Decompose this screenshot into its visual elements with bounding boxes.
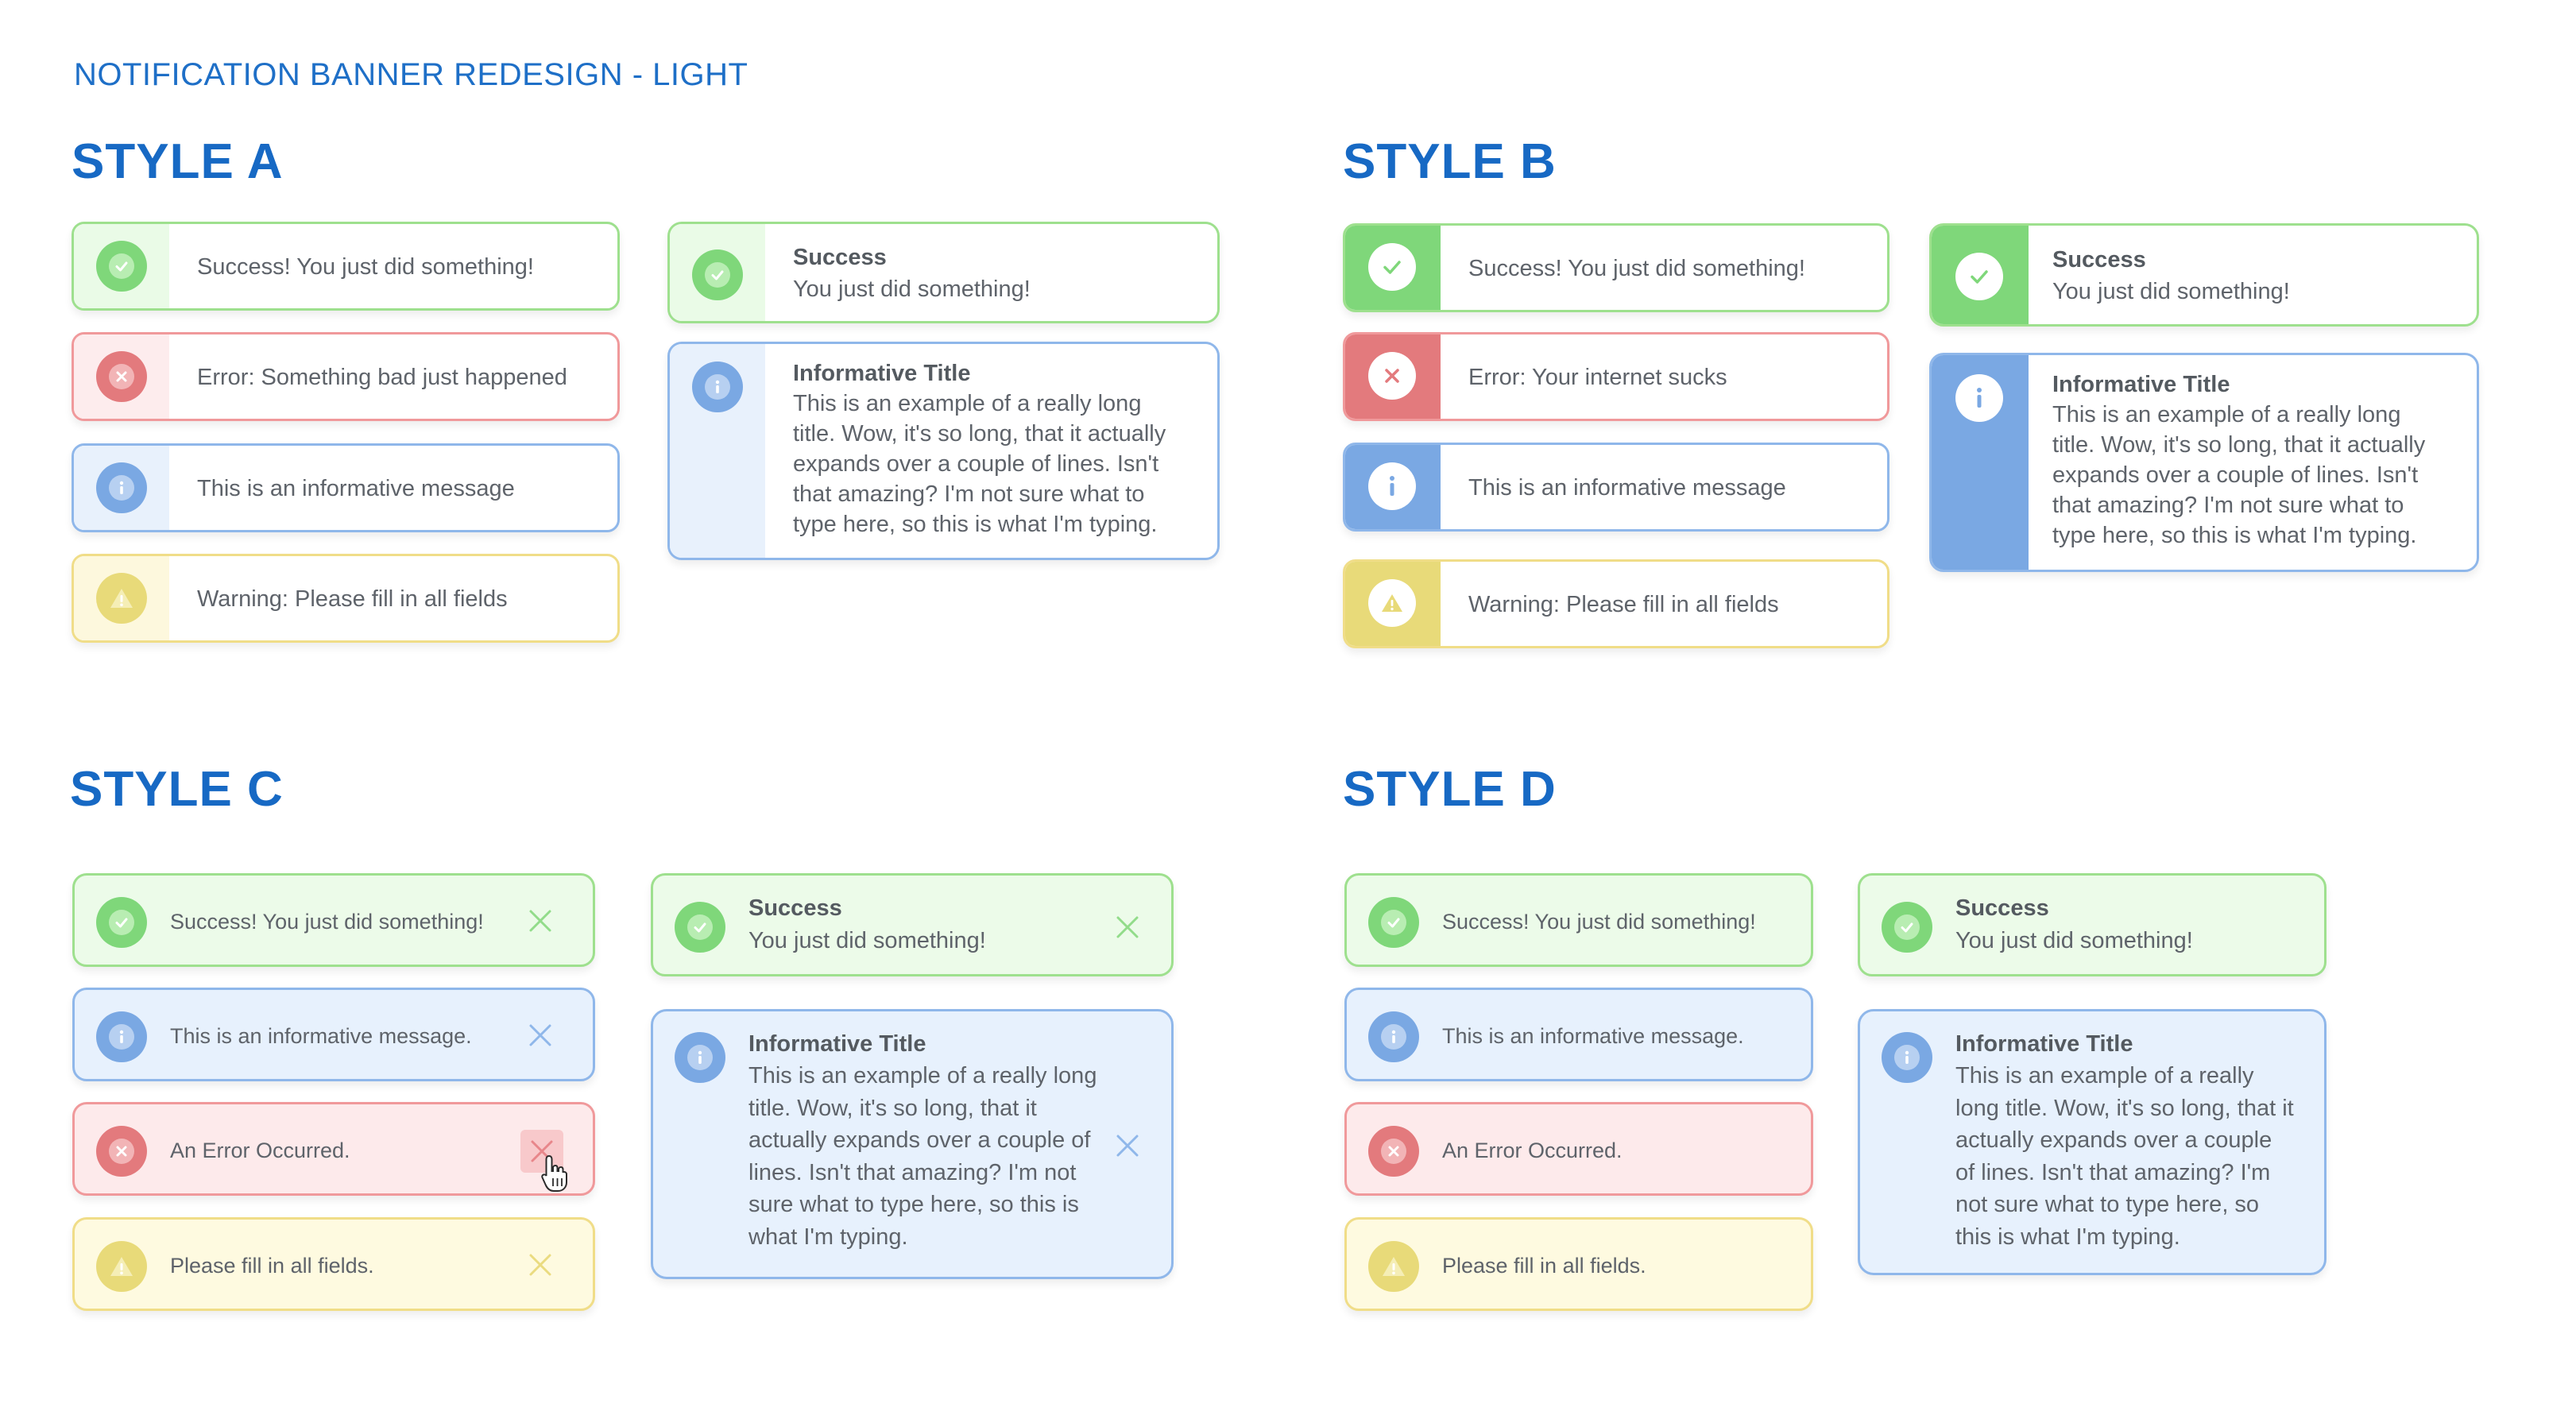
style-c-success-banner: Success! You just did something! [72, 873, 595, 967]
style-c-info-banner: This is an informative message. [72, 988, 595, 1081]
banner-body-text: This is an example of a really long titl… [2052, 402, 2426, 548]
info-circle-icon [1368, 462, 1416, 510]
banner-message: Error: Your internet sucks [1468, 365, 1727, 390]
banner-title: Success [2052, 247, 2146, 273]
style-d-heading: STYLE D [1343, 762, 1557, 817]
info-circle-icon [692, 362, 743, 412]
error-circle-icon [96, 351, 147, 402]
banner-body-text: This is an example of a really long titl… [1955, 1063, 2294, 1250]
style-d-success-banner: Success! You just did something! [1344, 873, 1813, 967]
banner-title: Informative Title [2052, 372, 2230, 397]
style-a-success-banner-titled: Success You just did something! [667, 222, 1220, 323]
banner-message: Success! You just did something! [170, 910, 484, 934]
style-c-error-banner: An Error Occurred. [72, 1102, 595, 1196]
banner-message: Success! You just did something! [197, 254, 534, 280]
style-c-info-banner-titled: Informative Title This is an example of … [651, 1009, 1174, 1279]
banner-title: Informative Title [793, 361, 971, 386]
close-icon[interactable] [525, 1250, 555, 1280]
warning-circle-icon [96, 1241, 147, 1292]
banner-message: You just did something! [2052, 279, 2290, 304]
style-b-warning-banner: Warning: Please fill in all fields [1343, 559, 1889, 648]
style-c-heading: STYLE C [70, 762, 284, 817]
style-d-info-banner-titled: Informative Title This is an example of … [1858, 1009, 2327, 1275]
style-a-info-banner: This is an informative message [72, 443, 620, 532]
style-a-warning-banner: Warning: Please fill in all fields [72, 554, 620, 643]
banner-message: This is an informative message. [1442, 1024, 1744, 1048]
style-a-success-banner: Success! You just did something! [72, 222, 620, 311]
banner-title: Informative Title [748, 1031, 926, 1057]
banner-message: You just did something! [748, 928, 986, 953]
check-circle-icon [1368, 897, 1419, 948]
banner-message: Error: Something bad just happened [197, 365, 567, 390]
hand-cursor-icon [540, 1154, 569, 1193]
style-b-info-banner: This is an informative message [1343, 443, 1889, 532]
info-circle-icon [1882, 1032, 1932, 1083]
style-a-info-banner-titled: Informative Title This is an example of … [667, 342, 1220, 560]
warning-circle-icon [1368, 1241, 1419, 1292]
info-circle-icon [96, 1011, 147, 1062]
style-a-heading: STYLE A [72, 134, 284, 189]
check-circle-icon [96, 241, 147, 292]
close-icon[interactable] [525, 1020, 555, 1050]
style-d-success-banner-titled: Success You just did something! [1858, 873, 2327, 976]
banner-title: Success [793, 245, 887, 270]
banner-message: You just did something! [1955, 928, 2193, 953]
banner-message: This is an informative message [197, 476, 515, 501]
style-d-info-banner: This is an informative message. [1344, 988, 1813, 1081]
style-b-heading: STYLE B [1343, 134, 1557, 189]
style-d-warning-banner: Please fill in all fields. [1344, 1217, 1813, 1311]
check-circle-icon [675, 902, 725, 953]
style-c-warning-banner: Please fill in all fields. [72, 1217, 595, 1311]
check-circle-icon [1955, 253, 2003, 300]
page-title: NOTIFICATION BANNER REDESIGN - LIGHT [74, 57, 748, 92]
close-icon[interactable] [1112, 912, 1143, 942]
style-b-info-banner-titled: Informative Title This is an example of … [1929, 353, 2479, 572]
close-icon[interactable] [525, 906, 555, 936]
banner-message: Success! You just did something! [1442, 910, 1756, 934]
style-d-error-banner: An Error Occurred. [1344, 1102, 1813, 1196]
banner-message: Please fill in all fields. [170, 1254, 374, 1278]
warning-circle-icon [96, 573, 147, 624]
style-b-error-banner: Error: Your internet sucks [1343, 332, 1889, 421]
check-circle-icon [692, 249, 743, 300]
warning-circle-icon [1368, 579, 1416, 627]
banner-title: Success [1955, 895, 2049, 921]
check-circle-icon [1882, 902, 1932, 953]
info-circle-icon [96, 462, 147, 513]
banner-message: Warning: Please fill in all fields [197, 586, 508, 612]
banner-body-text: This is an example of a really long titl… [793, 391, 1166, 537]
banner-message: Warning: Please fill in all fields [1468, 592, 1779, 617]
banner-message: Please fill in all fields. [1442, 1254, 1646, 1278]
banner-message: An Error Occurred. [1442, 1139, 1623, 1162]
banner-message: This is an informative message [1468, 475, 1786, 501]
check-circle-icon [96, 897, 147, 948]
banner-body-text: This is an example of a really long titl… [748, 1063, 1097, 1250]
error-circle-icon [1368, 352, 1416, 400]
style-a-error-banner: Error: Something bad just happened [72, 332, 620, 421]
style-c-success-banner-titled: Success You just did something! [651, 873, 1174, 976]
style-b-success-banner-titled: Success You just did something! [1929, 223, 2479, 327]
banner-message: Success! You just did something! [1468, 256, 1805, 281]
banner-title: Success [748, 895, 842, 921]
banner-message: An Error Occurred. [170, 1139, 350, 1162]
info-circle-icon [1368, 1011, 1419, 1062]
info-circle-icon [675, 1032, 725, 1083]
style-b-success-banner: Success! You just did something! [1343, 223, 1889, 312]
error-circle-icon [1368, 1126, 1419, 1177]
banner-title: Informative Title [1955, 1031, 2133, 1057]
info-circle-icon [1955, 374, 2003, 422]
banner-message: This is an informative message. [170, 1024, 472, 1048]
error-circle-icon [96, 1126, 147, 1177]
close-icon[interactable] [1112, 1131, 1143, 1161]
banner-message: You just did something! [793, 276, 1031, 302]
check-circle-icon [1368, 243, 1416, 291]
